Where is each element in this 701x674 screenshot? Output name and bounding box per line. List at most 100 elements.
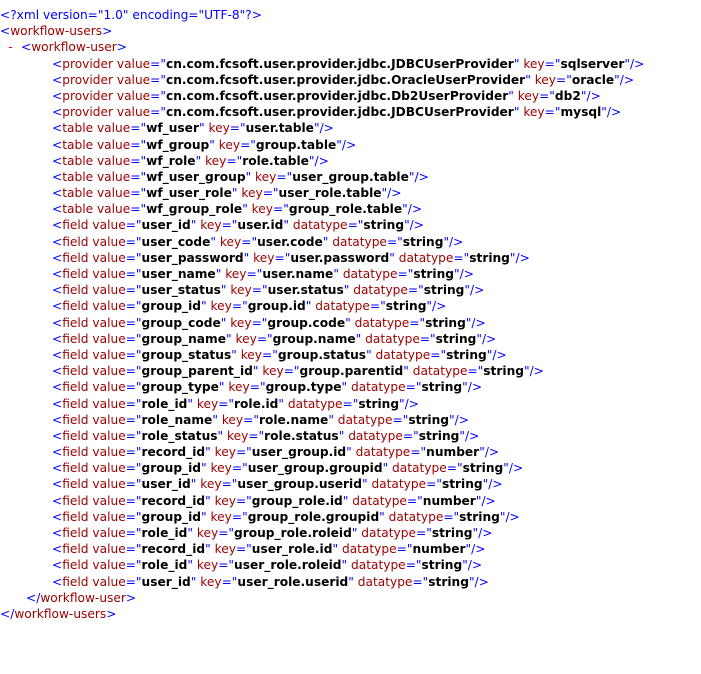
attribute-name: value bbox=[92, 234, 126, 249]
attribute-value: group_role.roleid bbox=[234, 526, 352, 540]
field-element: <field value="group_id" key="group.id" d… bbox=[52, 299, 447, 314]
element-tag-name: field bbox=[62, 493, 89, 508]
attribute-name: value bbox=[96, 137, 131, 152]
attribute-value: string bbox=[423, 283, 465, 298]
attribute-value: number bbox=[426, 445, 480, 460]
field-element: <field value="user_id" key="user_group.u… bbox=[52, 477, 503, 492]
attribute-value: role_id bbox=[141, 558, 188, 573]
attribute-value: group_parent_id bbox=[141, 364, 253, 379]
attribute-name: value bbox=[116, 72, 151, 87]
attribute-name: value bbox=[92, 412, 126, 427]
attribute-value: string bbox=[425, 315, 466, 330]
attribute-value: group.code bbox=[267, 315, 346, 330]
attribute-name: value bbox=[92, 509, 126, 524]
table-element: <table value="wf_user" key="user.table"/… bbox=[52, 121, 334, 136]
attribute-value: group_role.id bbox=[251, 493, 343, 508]
field-element: <field value="record_id" key="user_role.… bbox=[52, 542, 486, 557]
element-tag-name: provider bbox=[62, 72, 113, 87]
element-tag-name: field bbox=[62, 218, 89, 233]
element-tag-name: field bbox=[62, 445, 89, 460]
provider-element: <provider value="cn.com.fcsoft.user.prov… bbox=[52, 88, 601, 103]
attribute-name: value bbox=[92, 477, 126, 492]
attribute-name: value bbox=[116, 105, 151, 120]
attribute-value: group_id bbox=[141, 461, 202, 476]
attribute-name: key bbox=[228, 380, 250, 395]
attribute-name: key bbox=[196, 526, 219, 540]
attribute-name: key bbox=[210, 509, 232, 524]
table-element: <table value="wf_role" key="role.table"/… bbox=[52, 153, 329, 168]
attribute-name: key bbox=[230, 283, 252, 298]
attribute-name: datatype bbox=[287, 396, 343, 411]
attribute-value: user_group.groupid bbox=[247, 461, 383, 476]
attribute-name: key bbox=[200, 574, 222, 589]
element-tag-name: field bbox=[62, 315, 89, 330]
attribute-value: string bbox=[446, 347, 487, 362]
element-tag-name: field bbox=[62, 526, 89, 540]
attribute-name: value bbox=[92, 380, 126, 395]
attribute-name: key bbox=[214, 542, 236, 557]
provider-element: <provider value="cn.com.fcsoft.user.prov… bbox=[52, 56, 645, 71]
attribute-name: key bbox=[534, 72, 557, 87]
attribute-name: key bbox=[200, 218, 222, 233]
attribute-value: string bbox=[462, 461, 504, 476]
attribute-value: group.parentid bbox=[299, 364, 404, 379]
xml-elements: <provider value="cn.com.fcsoft.user.prov… bbox=[0, 56, 644, 590]
attribute-name: datatype bbox=[365, 331, 420, 346]
field-element: <field value="user_id" key="user_role.us… bbox=[52, 574, 489, 589]
child-close-tag-name: workflow-user bbox=[40, 590, 126, 605]
attribute-name: key bbox=[200, 477, 222, 492]
attribute-name: key bbox=[517, 88, 540, 103]
attribute-name: key bbox=[214, 445, 236, 460]
attribute-name: datatype bbox=[392, 461, 447, 476]
attribute-name: datatype bbox=[361, 526, 416, 540]
attribute-name: datatype bbox=[337, 412, 393, 427]
attribute-name: datatype bbox=[351, 558, 406, 573]
field-element: <field value="record_id" key="user_group… bbox=[52, 445, 500, 460]
attribute-value: string bbox=[402, 234, 444, 249]
attribute-name: key bbox=[523, 105, 545, 120]
attribute-value: cn.com.fcsoft.user.provider.jdbc.JDBCUse… bbox=[166, 56, 514, 71]
attribute-value: cn.com.fcsoft.user.provider.jdbc.JDBCUse… bbox=[166, 105, 514, 120]
attribute-value: record_id bbox=[141, 445, 206, 460]
attribute-value: number bbox=[412, 542, 466, 557]
root-open-tag: <workflow-users> bbox=[0, 24, 113, 39]
collapse-toggle[interactable]: - bbox=[0, 39, 21, 55]
attribute-name: key bbox=[208, 121, 230, 136]
child-close-tag: </workflow-user> bbox=[26, 590, 137, 605]
attribute-name: value bbox=[96, 186, 131, 201]
attribute-name: datatype bbox=[342, 267, 398, 281]
field-element: <field value="group_code" key="group.cod… bbox=[52, 315, 486, 330]
attribute-value: group.type bbox=[265, 380, 342, 395]
attribute-value: group_name bbox=[141, 331, 226, 346]
attribute-name: datatype bbox=[315, 299, 370, 314]
element-tag-name: field bbox=[62, 461, 89, 476]
attribute-name: key bbox=[221, 412, 244, 427]
field-element: <field value="group_type" key="group.typ… bbox=[52, 380, 483, 395]
attribute-value: string bbox=[435, 331, 477, 346]
attribute-value: user.name bbox=[262, 267, 334, 281]
attribute-value: user_role.userid bbox=[237, 574, 349, 589]
attribute-value: string bbox=[483, 364, 524, 379]
element-tag-name: field bbox=[62, 509, 89, 524]
provider-element: <provider value="cn.com.fcsoft.user.prov… bbox=[52, 105, 622, 120]
attribute-name: value bbox=[92, 347, 126, 362]
attribute-value: role.status bbox=[264, 428, 339, 443]
attribute-name: key bbox=[210, 461, 232, 476]
attribute-value: string bbox=[469, 250, 510, 265]
element-tag-name: field bbox=[62, 347, 89, 362]
element-tag-name: field bbox=[62, 428, 89, 443]
element-tag-name: field bbox=[62, 412, 89, 427]
attribute-value: cn.com.fcsoft.user.provider.jdbc.Db2User… bbox=[166, 88, 509, 103]
attribute-name: value bbox=[92, 250, 126, 265]
attribute-value: user_status bbox=[141, 283, 221, 298]
element-tag-name: table bbox=[62, 153, 94, 168]
attribute-value: mysql bbox=[560, 105, 602, 120]
element-tag-name: field bbox=[62, 380, 89, 395]
attribute-name: datatype bbox=[350, 380, 406, 395]
attribute-name: key bbox=[227, 428, 249, 443]
attribute-value: user.password bbox=[290, 250, 390, 265]
attribute-name: value bbox=[116, 56, 151, 71]
attribute-value: string bbox=[428, 574, 469, 589]
attribute-name: value bbox=[92, 558, 126, 573]
attribute-value: group.id bbox=[247, 299, 306, 314]
